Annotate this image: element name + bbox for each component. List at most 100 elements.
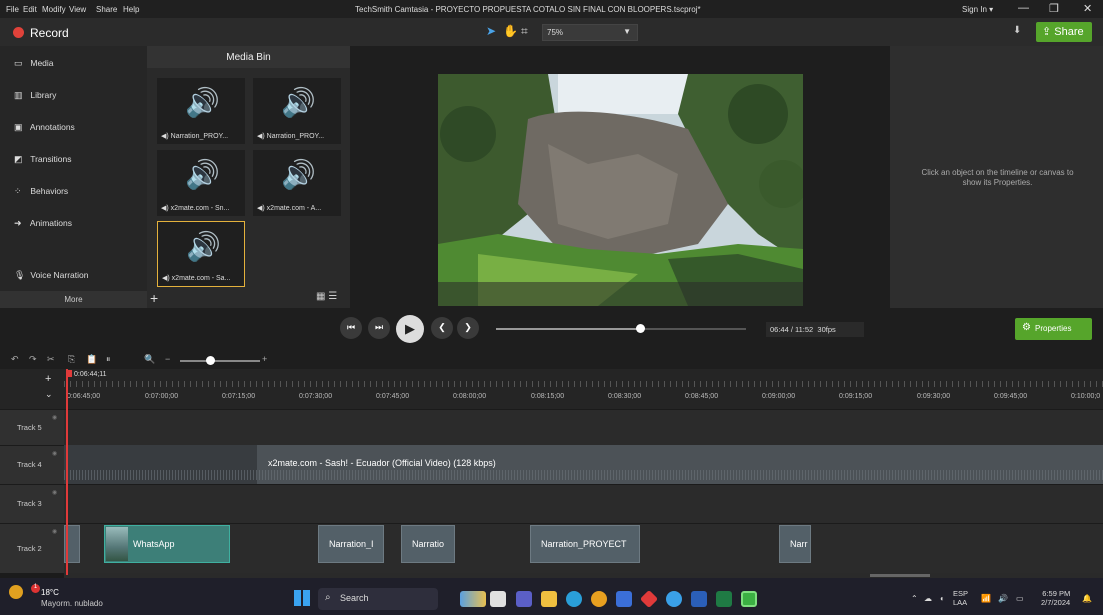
play-button[interactable]: ▶ (396, 315, 424, 343)
pan-tool-icon[interactable]: ✋ (503, 24, 518, 38)
scrubber-handle[interactable] (636, 324, 645, 333)
maximize-icon[interactable]: ❐ (1049, 2, 1059, 15)
view-toggle-icon[interactable]: ▦ ☰ (316, 291, 337, 302)
add-media-icon[interactable]: + (150, 290, 158, 306)
playhead-handle[interactable] (66, 370, 72, 377)
nav-animations[interactable]: ➜ Animations (14, 218, 72, 229)
annotations-icon: ▣ (14, 122, 23, 132)
timeline-scrollbar-thumb[interactable] (870, 574, 930, 577)
playhead[interactable] (66, 369, 68, 575)
media-item[interactable]: 🔊 ◀) x2mate.com - A... (253, 150, 341, 216)
nav-annotations[interactable]: ▣ Annotations (14, 122, 75, 133)
more-button[interactable]: More (0, 291, 147, 308)
narration-clip[interactable]: Narratio (401, 525, 455, 563)
chrome-icon[interactable] (591, 591, 607, 607)
share-button[interactable]: ⇪ Share (1036, 22, 1092, 42)
redo-icon[interactable]: ↷ (29, 354, 37, 365)
select-tool-icon[interactable]: ➤ (486, 24, 496, 38)
zoom-in-icon[interactable]: + (262, 354, 267, 364)
app-blue-icon[interactable] (666, 591, 682, 607)
narration-clip[interactable]: Narration_PROYECT (530, 525, 640, 563)
app-tray-icon[interactable]: ◐ (940, 594, 945, 603)
canvas-preview[interactable] (438, 74, 803, 306)
task-view-icon[interactable] (490, 591, 506, 607)
timeline-zoom-handle[interactable] (206, 356, 215, 365)
paste-icon[interactable]: 📋 (86, 354, 97, 365)
split-icon[interactable]: ⏸ (106, 354, 111, 365)
battery-icon[interactable]: ▭ (1016, 594, 1024, 603)
notification-bell-icon[interactable]: 🔔 (1082, 594, 1092, 603)
chevron-down-icon[interactable]: ⌄ (45, 389, 53, 400)
wifi-icon[interactable]: 📶 (981, 594, 991, 603)
timeline-zoom-slider[interactable] (180, 360, 260, 362)
copy-icon[interactable]: ⎘ (68, 354, 75, 365)
library-icon: ▥ (14, 90, 23, 100)
tray-overflow-icon[interactable]: ⌃ (911, 594, 918, 603)
undo-icon[interactable]: ↶ (11, 354, 19, 365)
clock[interactable]: 6:59 PM 2/7/2024 (1041, 589, 1070, 607)
properties-button[interactable]: ⚙ Properties (1015, 318, 1092, 340)
lock-icon[interactable]: ◉ (52, 450, 57, 457)
file-explorer-icon[interactable] (541, 591, 557, 607)
cloud-icon[interactable]: ☁ (924, 594, 932, 603)
download-icon[interactable]: ⬇ (1013, 25, 1021, 36)
lock-icon[interactable]: ◉ (52, 489, 57, 496)
nav-voice-narration[interactable]: 🎙 Voice Narration (14, 270, 89, 281)
lock-icon[interactable]: ◉ (52, 528, 57, 535)
weather-icon[interactable] (9, 585, 23, 599)
taskbar-search[interactable]: ⌕ Search (318, 588, 438, 610)
add-track-icon[interactable]: + (45, 373, 51, 385)
step-back-icon[interactable]: ⏮ (340, 317, 362, 339)
zoom-out-icon[interactable]: − (165, 354, 170, 364)
close-icon[interactable]: ✕ (1083, 2, 1092, 15)
cut-icon[interactable]: ✂ (47, 354, 55, 365)
media-item[interactable]: 🔊 ◀) x2mate.com - Sn... (157, 150, 245, 216)
timeline-ruler[interactable] (64, 369, 1103, 409)
previous-icon[interactable]: ❮ (431, 317, 453, 339)
nav-behaviors[interactable]: ⁘ Behaviors (14, 186, 68, 197)
menu-edit[interactable]: Edit (23, 5, 37, 14)
ruler-label: 0:08:00;00 (453, 393, 487, 400)
nav-library[interactable]: ▥ Library (14, 90, 56, 101)
track-3[interactable]: Track 3 ◉ (0, 484, 1103, 523)
crop-tool-icon[interactable]: ⌗ (521, 24, 528, 39)
menu-view[interactable]: View (69, 5, 86, 14)
menu-share[interactable]: Share (96, 5, 117, 14)
menu-file[interactable]: File (6, 5, 19, 14)
record-button[interactable]: Record (30, 26, 69, 40)
widgets-icon[interactable] (460, 591, 486, 607)
narration-clip[interactable]: Narr (779, 525, 811, 563)
store-icon[interactable] (616, 591, 632, 607)
weather-description[interactable]: Mayorm. nublado (41, 599, 103, 608)
zoom-select[interactable]: 75% ▼ (542, 24, 638, 41)
camtasia-icon[interactable] (741, 591, 757, 607)
menu-help[interactable]: Help (123, 5, 139, 14)
media-item-label: ◀) x2mate.com - Sn... (161, 205, 230, 212)
volume-icon[interactable]: 🔊 (998, 594, 1008, 603)
word-icon[interactable] (691, 591, 707, 607)
menu-modify[interactable]: Modify (42, 5, 66, 14)
step-forward-icon[interactable]: ⏭ (368, 317, 390, 339)
windows-start-icon[interactable] (294, 590, 310, 606)
sign-in-button[interactable]: Sign In ▾ (962, 5, 993, 14)
lock-icon[interactable]: ◉ (52, 414, 57, 421)
track-header: Track 5 ◉ (0, 410, 64, 445)
track-5[interactable]: Track 5 ◉ (0, 409, 1103, 445)
nav-media[interactable]: ▭ Media (14, 58, 54, 69)
narration-clip[interactable]: Narration_I (318, 525, 384, 563)
record-icon[interactable] (13, 27, 24, 38)
media-item-selected[interactable]: 🔊 ◀) x2mate.com - Sa... (157, 221, 245, 287)
next-icon[interactable]: ❯ (457, 317, 479, 339)
excel-icon[interactable] (716, 591, 732, 607)
nav-transitions[interactable]: ◩ Transitions (14, 154, 71, 165)
minimize-icon[interactable]: — (1018, 2, 1029, 14)
ruler-label: 0:07:30;00 (299, 393, 333, 400)
chat-icon[interactable] (516, 591, 532, 607)
weather-temperature[interactable]: 18°C (41, 588, 59, 597)
language-indicator[interactable]: ESP LAA (953, 589, 968, 607)
edge-icon[interactable] (566, 591, 582, 607)
search-icon[interactable]: 🔍 (144, 354, 155, 365)
media-item[interactable]: 🔊 ◀) Narration_PROY... (253, 78, 341, 144)
speaker-icon: 🔊 (186, 231, 221, 262)
media-item[interactable]: 🔊 ◀) Narration_PROY... (157, 78, 245, 144)
